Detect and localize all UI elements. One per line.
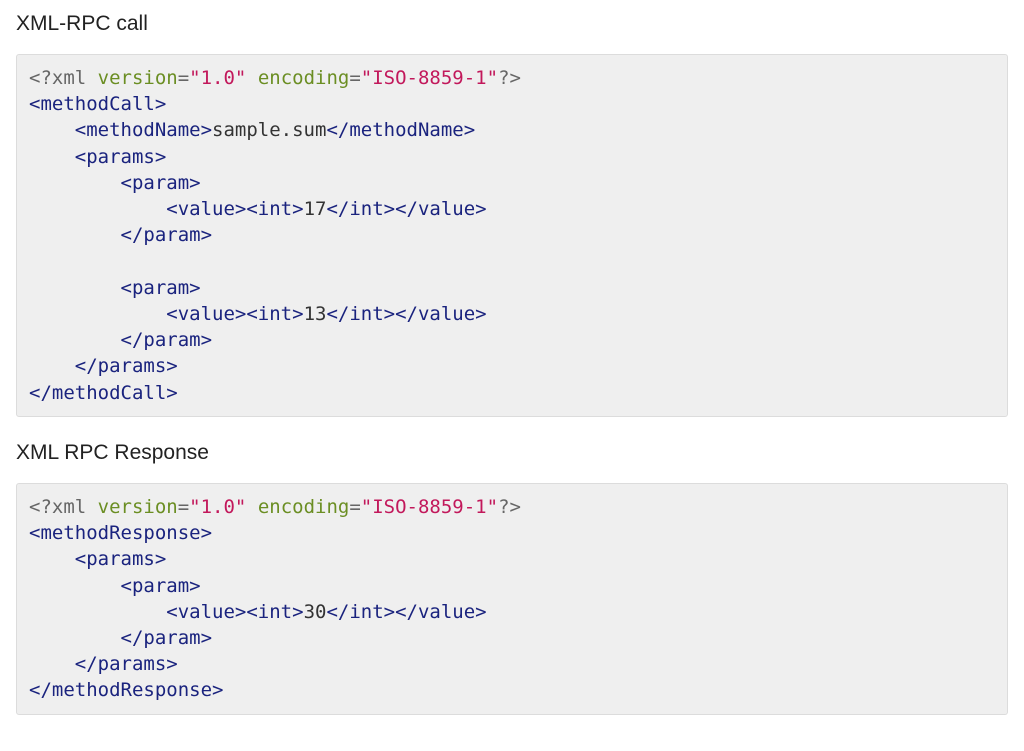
xml-decl-open: <?xml (29, 67, 98, 89)
eq-sign: = (349, 67, 360, 89)
tag-value-close: </value> (395, 198, 487, 220)
eq-sign: = (349, 496, 360, 518)
tag-methodname-close: </methodName> (326, 119, 475, 141)
tag-params-open: <params> (75, 548, 167, 570)
version-value: "1.0" (189, 496, 246, 518)
tag-param-open: <param> (121, 575, 201, 597)
space (246, 67, 257, 89)
indent (29, 653, 75, 675)
version-value: "1.0" (189, 67, 246, 89)
int-value-response: 30 (304, 601, 327, 623)
tag-value-open: <value> (166, 198, 246, 220)
methodname-text: sample.sum (212, 119, 326, 141)
indent (29, 627, 121, 649)
attr-version: version (98, 496, 178, 518)
heading-response: XML RPC Response (16, 441, 1008, 465)
tag-value-open: <value> (166, 303, 246, 325)
xml-decl-close: ?> (498, 496, 521, 518)
indent (29, 119, 75, 141)
indent (29, 277, 121, 299)
tag-params-close: </params> (75, 355, 178, 377)
tag-value-close: </value> (395, 303, 487, 325)
tag-param-close: </param> (121, 627, 213, 649)
tag-int-open: <int> (246, 303, 303, 325)
tag-methodcall-close: </methodCall> (29, 382, 178, 404)
indent (29, 329, 121, 351)
codeblock-response: <?xml version="1.0" encoding="ISO-8859-1… (16, 483, 1008, 715)
tag-int-close: </int> (326, 303, 395, 325)
tag-methodresponse-open: <methodResponse> (29, 522, 212, 544)
indent (29, 224, 121, 246)
tag-int-open: <int> (246, 198, 303, 220)
eq-sign: = (178, 67, 189, 89)
tag-methodresponse-close: </methodResponse> (29, 679, 223, 701)
indent (29, 355, 75, 377)
xml-decl-close: ?> (498, 67, 521, 89)
attr-encoding: encoding (258, 67, 350, 89)
indent (29, 548, 75, 570)
tag-param-open: <param> (121, 172, 201, 194)
codeblock-call: <?xml version="1.0" encoding="ISO-8859-1… (16, 54, 1008, 417)
tag-int-open: <int> (246, 601, 303, 623)
indent (29, 198, 166, 220)
int-value-2: 13 (304, 303, 327, 325)
tag-param-close: </param> (121, 224, 213, 246)
heading-call: XML-RPC call (16, 12, 1008, 36)
tag-methodname-open: <methodName> (75, 119, 212, 141)
tag-param-close: </param> (121, 329, 213, 351)
attr-version: version (98, 67, 178, 89)
eq-sign: = (178, 496, 189, 518)
tag-int-close: </int> (326, 198, 395, 220)
space (246, 496, 257, 518)
indent (29, 575, 121, 597)
indent (29, 303, 166, 325)
attr-encoding: encoding (258, 496, 350, 518)
tag-int-close: </int> (326, 601, 395, 623)
tag-param-open: <param> (121, 277, 201, 299)
xml-decl-open: <?xml (29, 496, 98, 518)
indent (29, 146, 75, 168)
encoding-value: "ISO-8859-1" (361, 67, 498, 89)
indent (29, 601, 166, 623)
tag-params-close: </params> (75, 653, 178, 675)
tag-value-close: </value> (395, 601, 487, 623)
indent (29, 172, 121, 194)
tag-value-open: <value> (166, 601, 246, 623)
encoding-value: "ISO-8859-1" (361, 496, 498, 518)
tag-methodcall-open: <methodCall> (29, 93, 166, 115)
tag-params-open: <params> (75, 146, 167, 168)
int-value-1: 17 (304, 198, 327, 220)
